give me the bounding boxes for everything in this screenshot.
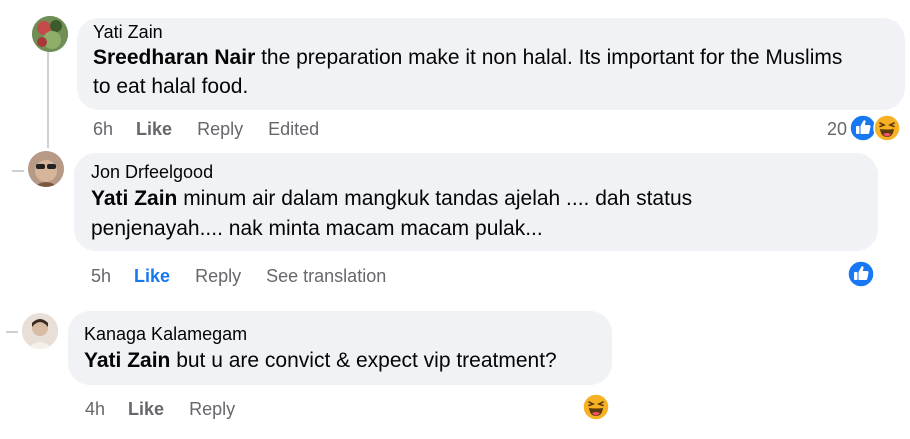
like-button[interactable]: Like xyxy=(134,266,170,286)
like-button[interactable]: Like xyxy=(136,119,172,139)
avatar[interactable] xyxy=(22,313,58,349)
comment-text-line1: the preparation make it non halal. Its i… xyxy=(255,46,843,69)
mention-tag[interactable]: Yati Zain xyxy=(84,349,170,372)
comment-time[interactable]: 5h xyxy=(91,266,111,286)
like-button[interactable]: Like xyxy=(128,399,164,419)
comment-actions: 4h Like Reply xyxy=(85,398,255,420)
comment-time[interactable]: 6h xyxy=(93,119,113,139)
comment-author[interactable]: Kanaga Kalamegam xyxy=(84,323,247,345)
avatar[interactable] xyxy=(28,151,64,187)
comment-text-line2: penjenayah.... nak minta macam macam pul… xyxy=(91,217,543,240)
reply-button[interactable]: Reply xyxy=(197,119,243,139)
comment-author[interactable]: Yati Zain xyxy=(93,21,163,43)
like-icon[interactable] xyxy=(847,260,875,288)
avatar-image xyxy=(32,16,68,52)
haha-icon xyxy=(873,114,901,142)
thread-connector xyxy=(12,170,24,172)
thread-connector xyxy=(6,331,18,333)
comment-text: Yati Zain but u are convict & expect vip… xyxy=(84,346,557,375)
comment-text-line1: but u are convict & expect vip treatment… xyxy=(170,349,557,372)
comment-bubble: Kanaga Kalamegam Yati Zain but u are con… xyxy=(68,311,612,385)
comment-bubble: Jon Drfeelgood Yati Zain minum air dalam… xyxy=(74,153,878,251)
avatar-image xyxy=(22,313,58,349)
haha-icon[interactable] xyxy=(582,393,610,421)
reply-button[interactable]: Reply xyxy=(189,399,235,419)
reply-button[interactable]: Reply xyxy=(195,266,241,286)
comment-text: Sreedharan Nair the preparation make it … xyxy=(93,43,842,72)
edited-label[interactable]: Edited xyxy=(268,119,319,139)
comment-text-line2: to eat halal food. xyxy=(93,75,249,98)
mention-tag[interactable]: Yati Zain xyxy=(91,187,177,210)
comment-actions: 6h Like Reply Edited xyxy=(93,118,339,140)
comment-bubble: Yati Zain Sreedharan Nair the preparatio… xyxy=(77,18,905,110)
reaction-count[interactable]: 20 xyxy=(827,118,847,140)
avatar[interactable] xyxy=(32,16,68,52)
mention-tag[interactable]: Sreedharan Nair xyxy=(93,46,255,69)
comment-author[interactable]: Jon Drfeelgood xyxy=(91,161,213,183)
thread-line xyxy=(47,50,49,148)
comment-text: Yati Zain minum air dalam mangkuk tandas… xyxy=(91,184,692,213)
comment-actions: 5h Like Reply See translation xyxy=(91,265,406,287)
avatar-image xyxy=(28,151,64,187)
comment-text-line1: minum air dalam mangkuk tandas ajelah ..… xyxy=(177,187,693,210)
see-translation-link[interactable]: See translation xyxy=(266,266,386,286)
comment-time[interactable]: 4h xyxy=(85,399,105,419)
